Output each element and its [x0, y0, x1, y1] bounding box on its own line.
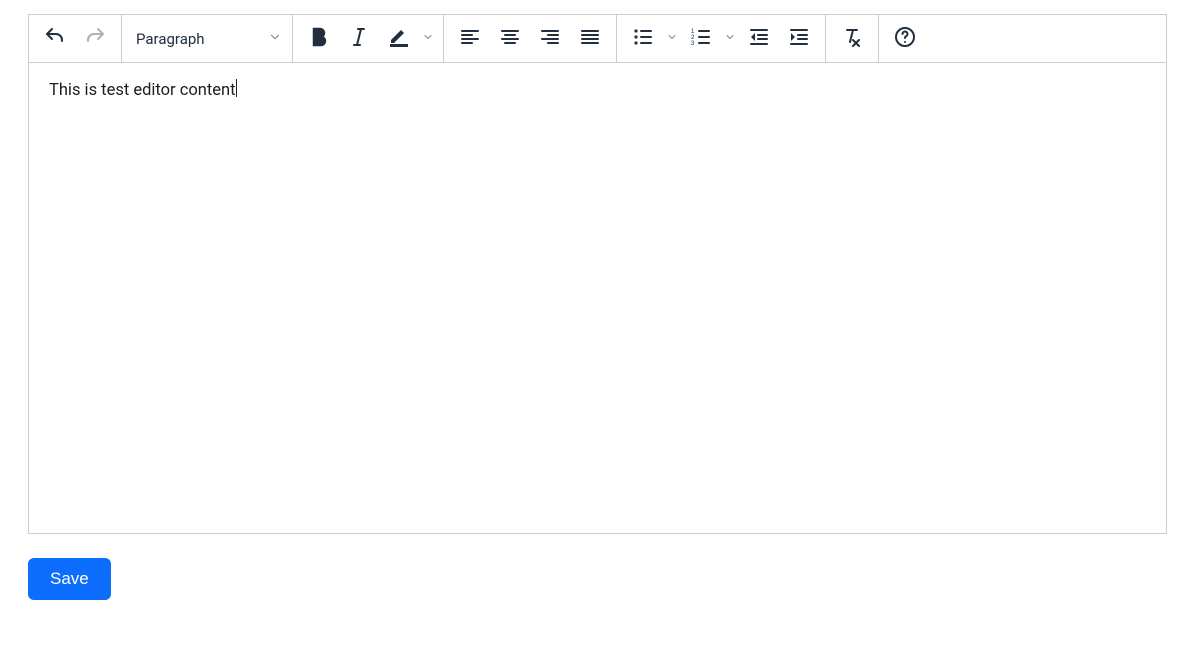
italic-icon: [347, 25, 371, 52]
undo-button[interactable]: [35, 19, 75, 59]
toolbar-group-history: [29, 15, 122, 62]
undo-icon: [43, 25, 67, 52]
chevron-down-icon: [666, 31, 678, 46]
redo-button[interactable]: [75, 19, 115, 59]
toolbar-group-inline: [293, 15, 444, 62]
save-button[interactable]: Save: [28, 558, 111, 600]
svg-text:3: 3: [691, 41, 695, 47]
editor-content-area[interactable]: This is test editor content: [29, 63, 1166, 533]
align-center-icon: [498, 25, 522, 52]
bold-icon: [307, 25, 331, 52]
outdent-button[interactable]: [739, 19, 779, 59]
chevron-down-icon: [422, 31, 434, 46]
toolbar: Paragraph: [29, 15, 1166, 63]
italic-button[interactable]: [339, 19, 379, 59]
editor-text: This is test editor content: [49, 81, 236, 100]
clear-format-icon: [840, 25, 864, 52]
align-right-button[interactable]: [530, 19, 570, 59]
numbered-list-icon: 1 2 3: [689, 25, 713, 52]
block-format-label: Paragraph: [136, 30, 205, 48]
outdent-icon: [747, 25, 771, 52]
toolbar-group-clear: [826, 15, 879, 62]
align-left-button[interactable]: [450, 19, 490, 59]
redo-icon: [83, 25, 107, 52]
align-left-icon: [458, 25, 482, 52]
toolbar-group-blocks: Paragraph: [122, 15, 293, 62]
help-icon: [893, 25, 917, 52]
bullet-list-button[interactable]: [623, 19, 663, 59]
bullet-list-menu-button[interactable]: [663, 19, 681, 59]
clear-format-button[interactable]: [832, 19, 872, 59]
block-format-select[interactable]: Paragraph: [122, 15, 292, 62]
indent-icon: [787, 25, 811, 52]
numbered-list-menu-button[interactable]: [721, 19, 739, 59]
text-color-icon: [387, 25, 411, 52]
text-color-button[interactable]: [379, 19, 419, 59]
numbered-list-button[interactable]: 1 2 3: [681, 19, 721, 59]
action-row: Save: [28, 558, 1167, 600]
bullet-list-icon: [631, 25, 655, 52]
text-cursor: [236, 79, 237, 97]
help-button[interactable]: [885, 19, 925, 59]
bold-button[interactable]: [299, 19, 339, 59]
chevron-down-icon: [268, 30, 282, 48]
align-right-icon: [538, 25, 562, 52]
toolbar-group-align: [444, 15, 617, 62]
indent-button[interactable]: [779, 19, 819, 59]
rich-text-editor: Paragraph: [28, 14, 1167, 534]
toolbar-group-help: [879, 15, 931, 62]
toolbar-group-lists: 1 2 3: [617, 15, 826, 62]
align-justify-icon: [578, 25, 602, 52]
text-color-menu-button[interactable]: [419, 19, 437, 59]
chevron-down-icon: [724, 31, 736, 46]
align-justify-button[interactable]: [570, 19, 610, 59]
align-center-button[interactable]: [490, 19, 530, 59]
